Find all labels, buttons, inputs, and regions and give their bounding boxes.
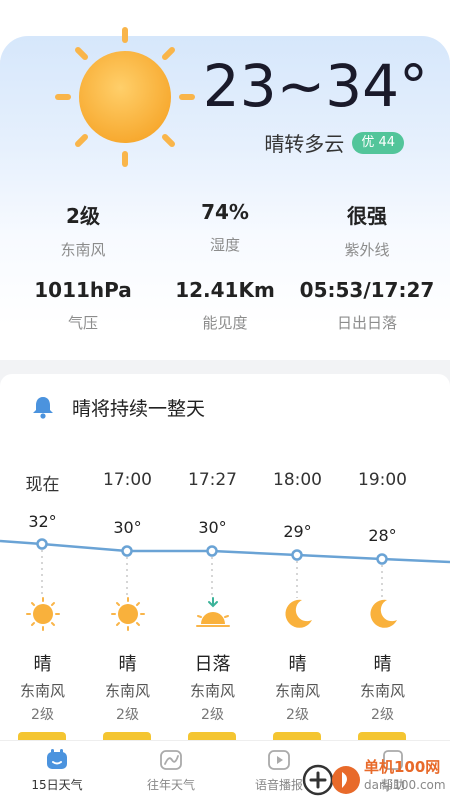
watermark-title: 单机100网 <box>364 758 441 776</box>
hour-temp: 29° <box>283 522 312 541</box>
aqi-badge[interactable]: 优 44 <box>352 131 404 154</box>
hourly-forecast[interactable]: 现在 32° 晴 东南风 2级 17:00 30° 晴 东南风 2级 17:27… <box>0 438 450 740</box>
hour-temp: 30° <box>113 518 142 537</box>
stat-value: 05:53/17:27 <box>299 278 435 302</box>
sunset-icon <box>195 597 230 627</box>
stat-humidity: 74% 湿度 <box>150 200 300 255</box>
hour-weather: 晴 <box>33 654 52 675</box>
aqi-chip <box>103 732 151 740</box>
hour-time: 现在 <box>25 475 60 495</box>
hour-time: 18:00 <box>273 470 322 490</box>
sun-icon <box>55 27 195 167</box>
tab-past-years[interactable]: 往年天气 <box>126 747 216 793</box>
temp-point <box>121 545 133 557</box>
notice-text: 晴将持续一整天 <box>72 398 206 420</box>
hour-time: 2 <box>425 470 450 490</box>
bell-icon <box>33 397 53 419</box>
stat-value: 74% <box>201 200 249 224</box>
watermark-url: danji100.com <box>364 778 446 792</box>
weather-notice[interactable]: 晴将持续一整天 <box>0 374 450 438</box>
stat-value: 12.41Km <box>175 278 275 302</box>
aqi-chip <box>18 732 66 740</box>
stat-value: 1011hPa <box>34 278 132 302</box>
hour-wind-dir: 东南风 <box>189 682 235 700</box>
hour-wind-level: 2级 <box>31 707 54 723</box>
hour-temp: 32° <box>28 512 57 531</box>
moon-icon <box>369 599 397 628</box>
hour-wind-level: 2级 <box>201 707 224 723</box>
moon-icon <box>284 599 312 628</box>
hour-weather-icon <box>170 596 255 632</box>
aqi-chip <box>358 732 406 740</box>
hour-weather: 晴 <box>373 654 392 675</box>
stat-wind: 2级 东南风 <box>8 200 158 260</box>
calendar-icon <box>47 749 67 769</box>
hour-weather: 晴 <box>118 654 137 675</box>
aqi-chip <box>273 732 321 740</box>
sun-icon <box>25 597 60 631</box>
tab-15-day[interactable]: 15日天气 <box>12 747 102 793</box>
trend-icon <box>160 750 182 770</box>
tab-label: 15日天气 <box>31 778 83 792</box>
hour-weather: 日落 <box>194 654 231 675</box>
hour-time: 17:27 <box>188 470 237 490</box>
aqi-chip <box>188 732 236 740</box>
hour-temp: 30° <box>198 518 227 537</box>
hour-temp: 28° <box>368 526 397 545</box>
play-icon <box>268 750 290 770</box>
stat-visibility: 12.41Km 能见度 <box>150 278 300 333</box>
stat-label: 日出日落 <box>336 314 397 332</box>
sun-icon <box>110 597 145 631</box>
temperature-range: 23~34° <box>202 52 428 120</box>
temp-point <box>376 553 388 565</box>
hour-wind-level: 2级 <box>286 707 309 723</box>
stat-value: 2级 <box>66 204 100 228</box>
temp-point <box>206 545 218 557</box>
hour-weather-icon <box>0 596 85 632</box>
hour-wind-dir: 东南风 <box>359 682 405 700</box>
stat-label: 能见度 <box>202 314 248 332</box>
stat-sunrise-sunset: 05:53/17:27 日出日落 <box>292 278 442 333</box>
hour-weather: 晴 <box>288 654 307 675</box>
condition-text: 晴转多云 <box>264 132 345 156</box>
hour-weather-icon <box>255 596 340 632</box>
hour-wind-level: 2级 <box>371 707 394 723</box>
stat-label: 湿度 <box>209 236 240 254</box>
condition-row: 晴转多云 优 44 <box>264 128 404 157</box>
hour-time: 17:00 <box>103 470 152 490</box>
watermark-logo <box>302 764 360 796</box>
hour-weather-icon <box>85 596 170 632</box>
tab-label: 往年天气 <box>146 778 195 792</box>
stat-label: 东南风 <box>60 241 106 259</box>
stat-value: 很强 <box>347 204 387 228</box>
hour-time: 19:00 <box>358 470 407 490</box>
hour-wind-dir: 东南风 <box>104 682 150 700</box>
stat-label: 气压 <box>67 314 98 332</box>
site-watermark: 单机100网 danji100.com <box>302 754 450 800</box>
temp-point <box>291 549 303 561</box>
hour-wind-dir: 东南风 <box>19 682 65 700</box>
hour-wind-dir: 东 <box>425 680 450 701</box>
temp-point <box>36 538 48 550</box>
stat-uv: 很强 紫外线 <box>292 200 442 260</box>
hour-wind-level: 2级 <box>116 707 139 723</box>
stat-label: 紫外线 <box>344 241 390 259</box>
hour-wind-dir: 东南风 <box>274 682 320 700</box>
stat-pressure: 1011hPa 气压 <box>8 278 158 333</box>
hour-weather-icon <box>340 596 425 632</box>
